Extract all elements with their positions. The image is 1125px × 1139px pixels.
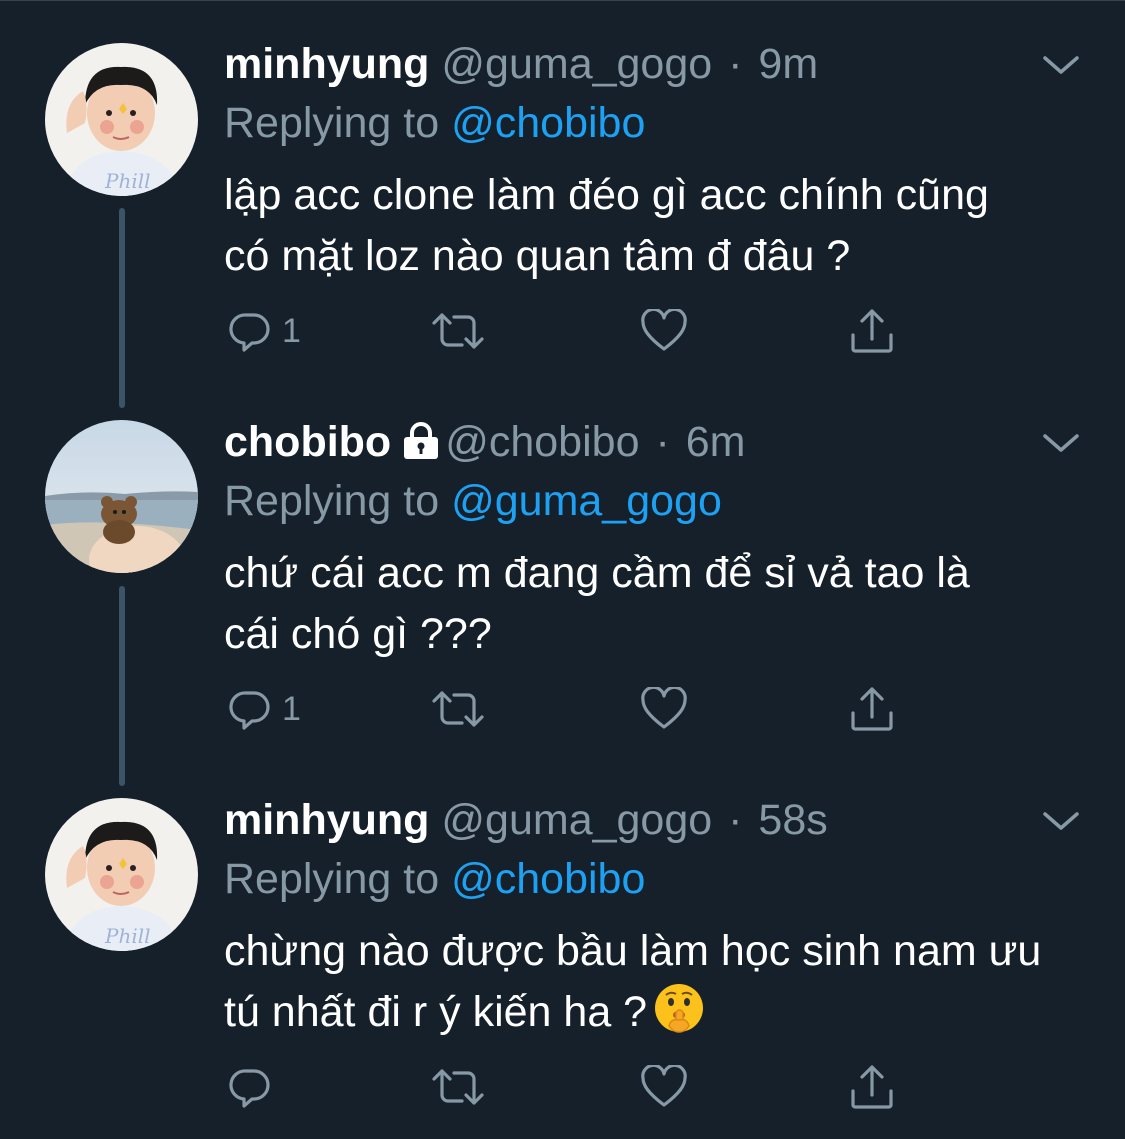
tweet-actions: 1 [224,306,924,356]
heart-icon [641,1065,687,1107]
tweet-text: chừng nào được bầu làm học sinh nam ưu t… [224,921,1094,1043]
replying-to: Replying to @guma_gogo [224,476,722,526]
tweet-text-line: chừng nào được bầu làm học sinh nam ưu [224,927,1042,975]
mention-link[interactable]: @chobibo [451,855,645,903]
retweet-button[interactable] [430,684,486,734]
avatar[interactable]: Phill [45,43,198,196]
tweet-header: minhyung @guma_gogo · 9m [224,40,1035,88]
reply-button[interactable]: 1 [228,684,301,734]
thread-connector-line [119,586,125,786]
tweet-text-line-container: tú nhất đi r ý kiến ha ? [224,982,1094,1043]
share-icon [851,309,893,353]
display-name[interactable]: minhyung [224,40,429,88]
separator-dot: · [728,40,743,88]
reply-icon [229,313,270,352]
display-name[interactable]: minhyung [224,796,429,844]
replying-to: Replying to @chobibo [224,854,645,904]
chevron-down-icon[interactable] [1041,806,1081,836]
child-avatar-icon: Phill [45,43,198,196]
svg-text:Phill: Phill [104,169,151,193]
reply-count: 1 [282,689,301,728]
retweet-icon [432,691,484,727]
reply-count: 1 [282,311,301,350]
display-name[interactable]: chobibo [224,418,391,466]
share-button[interactable] [848,1062,896,1112]
shushing-face-icon [655,984,704,1033]
mention-link[interactable]: @chobibo [451,99,645,147]
tweet-thread: Phill minhyung @guma_gogo · 9m Replying … [0,0,1125,1139]
reply-icon [229,1069,270,1108]
avatar[interactable]: Phill [45,798,198,951]
child-avatar-icon: Phill [45,798,198,951]
share-icon [851,1065,893,1109]
replying-to-label: Replying to [224,855,440,903]
tweet-text-line: lập acc clone làm đéo gì acc chính cũng [224,171,989,219]
separator-dot: · [655,418,670,466]
like-button[interactable] [640,1062,688,1112]
tweet-text-line: có mặt loz nào quan tâm đ đâu ? [224,232,851,280]
share-icon [851,687,893,731]
share-button[interactable] [848,306,896,356]
like-button[interactable] [640,306,688,356]
user-handle[interactable]: @guma_gogo [441,796,712,844]
chevron-down-icon[interactable] [1041,50,1081,80]
tweet-text-line: tú nhất đi r ý kiến ha ? [224,988,648,1036]
tweet-text-line: chứ cái acc m đang cầm để sỉ vả tao là [224,549,970,597]
heart-icon [641,309,687,351]
tweet-text-line: cái chó gì ??? [224,610,492,658]
retweet-icon [432,1069,484,1105]
lock-icon [404,422,439,459]
retweet-button[interactable] [430,306,486,356]
like-button[interactable] [640,684,688,734]
heart-icon [641,687,687,729]
separator-dot: · [728,796,743,844]
mention-link[interactable]: @guma_gogo [451,477,722,525]
user-handle[interactable]: @chobibo [445,418,639,466]
tweet-header: chobibo @chobibo · 6m [224,418,1035,466]
replying-to-label: Replying to [224,477,440,525]
tweet-actions: 1 [224,684,924,734]
teddy-bear-beach-avatar-icon [45,420,198,573]
reply-icon [229,691,270,730]
tweet-actions [224,1062,924,1112]
tweet[interactable]: Phill minhyung @guma_gogo · 9m Replying … [0,0,1125,400]
timestamp[interactable]: 58s [758,796,827,844]
timestamp[interactable]: 9m [758,40,818,88]
reply-button[interactable]: 1 [228,306,301,356]
tweet-text: chứ cái acc m đang cầm để sỉ vả tao là c… [224,543,1094,665]
replying-to-label: Replying to [224,99,440,147]
retweet-icon [432,313,484,349]
user-handle[interactable]: @guma_gogo [441,40,712,88]
share-button[interactable] [848,684,896,734]
replying-to: Replying to @chobibo [224,98,645,148]
chevron-down-icon[interactable] [1041,428,1081,458]
retweet-button[interactable] [430,1062,486,1112]
avatar[interactable] [45,420,198,573]
tweet-text: lập acc clone làm đéo gì acc chính cũng … [224,165,1094,287]
timestamp[interactable]: 6m [686,418,746,466]
tweet-header: minhyung @guma_gogo · 58s [224,796,1035,844]
svg-text:Phill: Phill [104,924,151,948]
reply-button[interactable] [228,1062,282,1112]
